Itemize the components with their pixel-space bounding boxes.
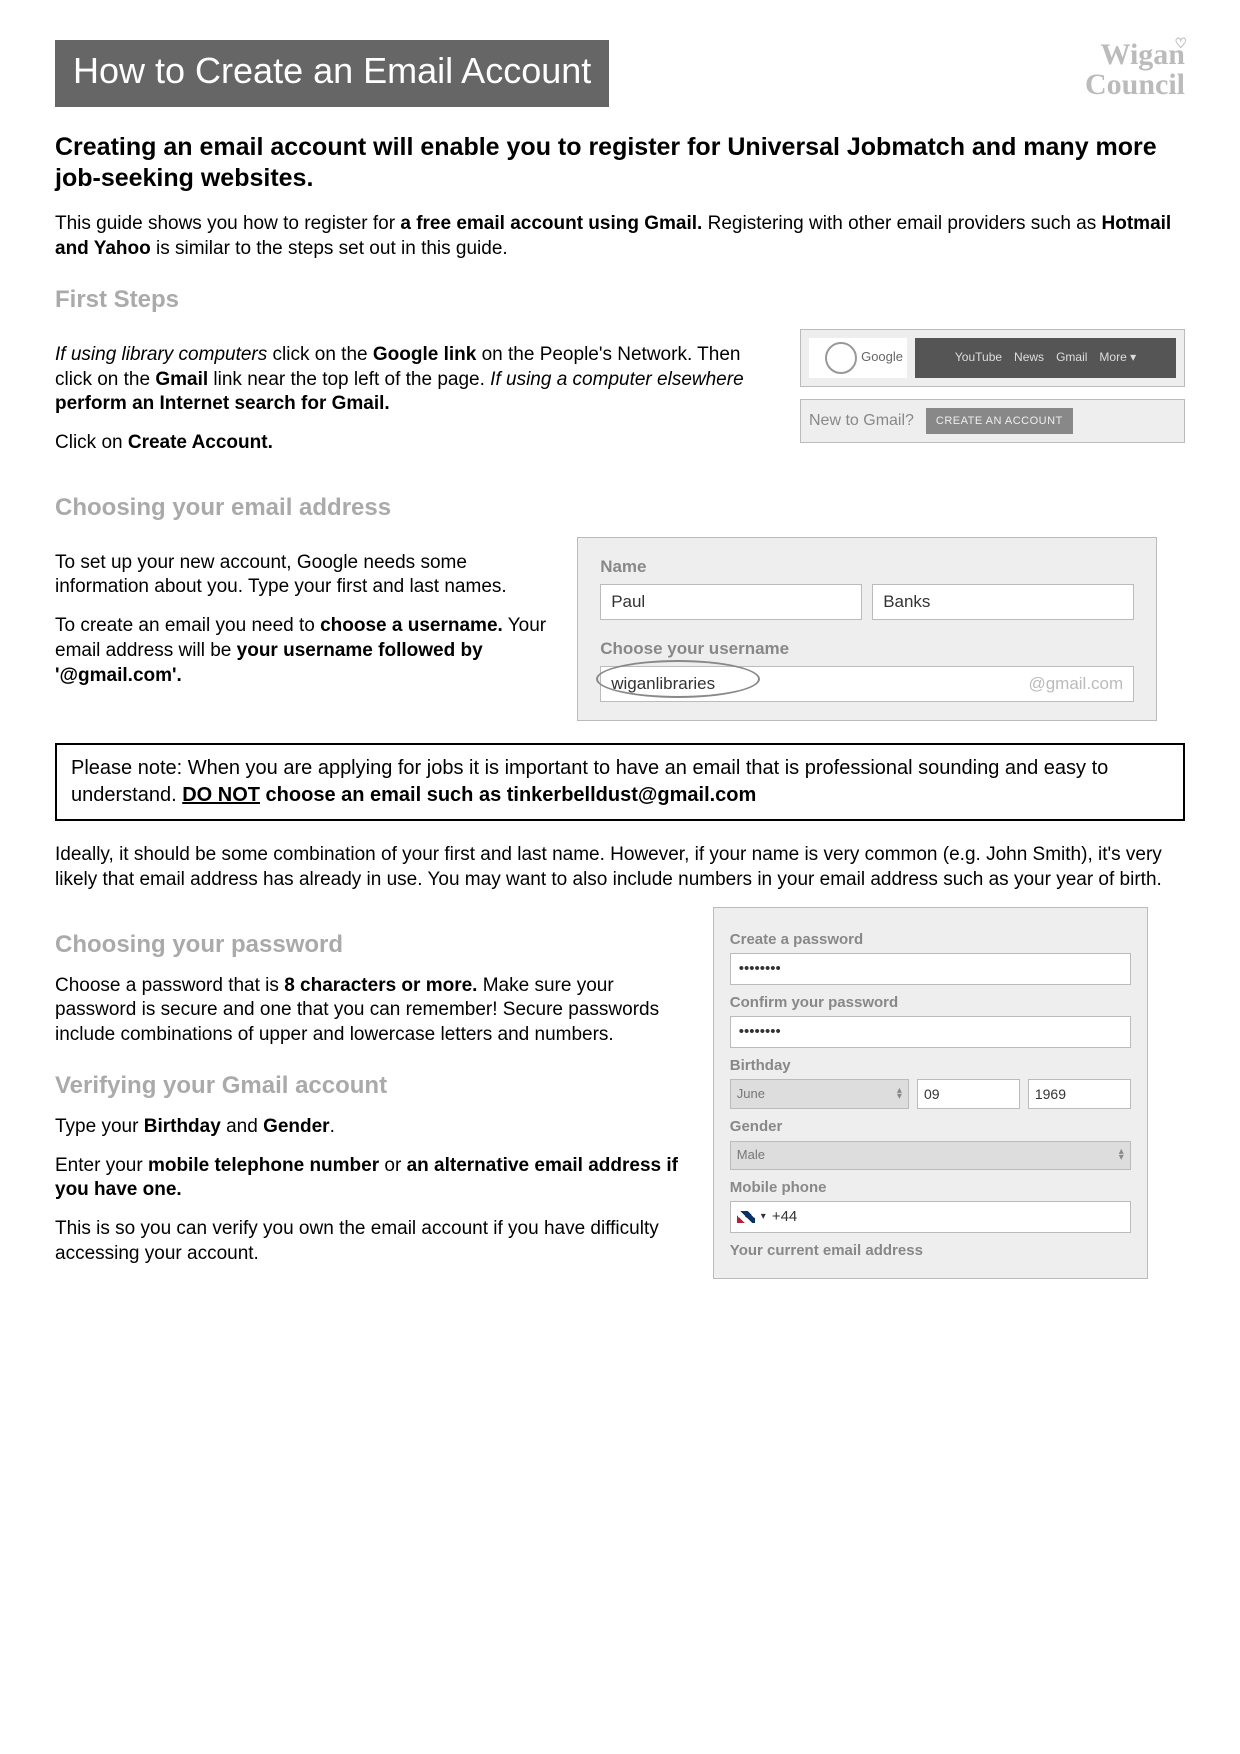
new-to-gmail-label: New to Gmail?: [809, 411, 914, 432]
nav-news: News: [1014, 350, 1044, 366]
section-first-steps: First Steps: [55, 284, 1185, 315]
gmail-suffix: @gmail.com: [1028, 673, 1123, 695]
username-label: Choose your username: [600, 638, 1134, 660]
screenshot-name-form: Name Paul Banks Choose your username wig…: [577, 537, 1157, 721]
gender-label: Gender: [730, 1117, 1131, 1137]
mobile-phone-label: Mobile phone: [730, 1178, 1131, 1198]
username-field: wiganlibraries: [611, 673, 715, 695]
screenshot-create-account: New to Gmail? CREATE AN ACCOUNT: [800, 399, 1185, 443]
section-verifying-account: Verifying your Gmail account: [55, 1070, 688, 1101]
create-password-label: Create a password: [730, 930, 1131, 950]
nav-youtube: YouTube: [955, 350, 1002, 366]
page-title-banner: How to Create an Email Account: [55, 40, 609, 107]
after-note-paragraph: Ideally, it should be some combination o…: [55, 843, 1185, 892]
wigan-council-logo: ♡ Wigan Council: [1085, 40, 1185, 100]
first-name-field: Paul: [600, 584, 862, 620]
globe-icon: [825, 342, 857, 374]
last-name-field: Banks: [872, 584, 1134, 620]
gender-select: Male▴▾: [730, 1141, 1131, 1170]
birthday-label: Birthday: [730, 1056, 1131, 1076]
password-p1: Choose a password that is 8 characters o…: [55, 974, 688, 1048]
choose-email-p2: To create an email you need to choose a …: [55, 614, 552, 688]
chevron-updown-icon: ▴▾: [1119, 1149, 1124, 1161]
choose-email-p1: To set up your new account, Google needs…: [55, 551, 552, 600]
intro-paragraph: This guide shows you how to register for…: [55, 212, 1185, 261]
please-note-box: Please note: When you are applying for j…: [55, 743, 1185, 821]
create-account-button: CREATE AN ACCOUNT: [926, 408, 1073, 434]
birthday-year-field: 1969: [1028, 1079, 1131, 1109]
current-email-label: Your current email address: [730, 1241, 1131, 1261]
verify-p2: Enter your mobile telephone number or an…: [55, 1154, 688, 1203]
heart-icon: ♡: [1174, 38, 1187, 52]
create-password-field: ••••••••: [730, 953, 1131, 985]
mobile-phone-field: ▾ +44: [730, 1201, 1131, 1233]
screenshot-google-nav: Google YouTube News Gmail More ▾: [800, 329, 1185, 387]
chevron-updown-icon: ▴▾: [897, 1088, 902, 1100]
name-label: Name: [600, 556, 1134, 578]
first-steps-p1: If using library computers click on the …: [55, 343, 775, 417]
verify-p1: Type your Birthday and Gender.: [55, 1115, 688, 1140]
screenshot-password-form: Create a password •••••••• Confirm your …: [713, 907, 1148, 1280]
logo-line-1: Wigan: [1085, 40, 1185, 70]
logo-line-2: Council: [1085, 70, 1185, 100]
nav-gmail: Gmail: [1056, 350, 1087, 366]
first-steps-p2: Click on Create Account.: [55, 431, 775, 456]
birthday-day-field: 09: [917, 1079, 1020, 1109]
section-choosing-password: Choosing your password: [55, 929, 688, 960]
verify-p3: This is so you can verify you own the em…: [55, 1217, 688, 1266]
confirm-password-label: Confirm your password: [730, 993, 1131, 1013]
section-choosing-email: Choosing your email address: [55, 492, 1185, 523]
flag-icon: [737, 1211, 755, 1223]
intro-heading: Creating an email account will enable yo…: [55, 132, 1185, 195]
birthday-month-select: June▴▾: [730, 1079, 909, 1109]
nav-more: More ▾: [1099, 350, 1136, 366]
confirm-password-field: ••••••••: [730, 1016, 1131, 1048]
google-label: Google: [809, 338, 907, 378]
